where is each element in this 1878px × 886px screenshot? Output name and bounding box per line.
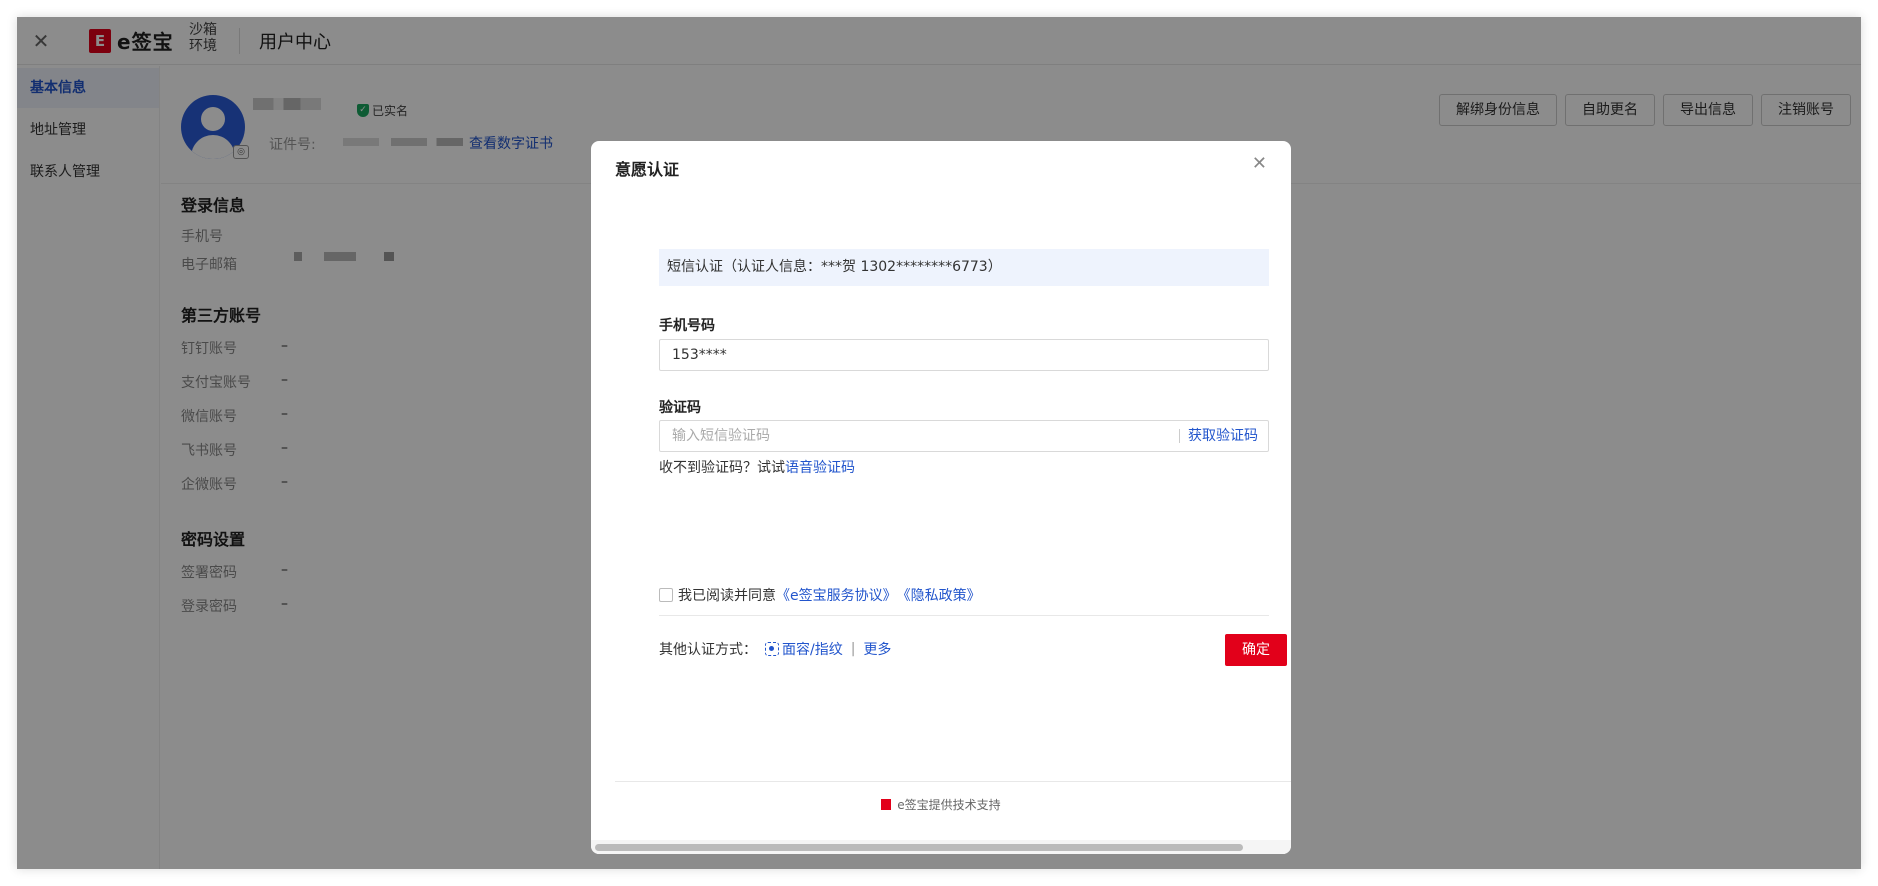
more-methods-link[interactable]: 更多 xyxy=(863,639,891,659)
verification-code-label: 验证码 xyxy=(659,400,701,416)
agree-prefix: 我已阅读并同意 xyxy=(678,588,776,604)
phone-number-field[interactable]: 153**** xyxy=(659,339,1269,371)
get-code-button[interactable]: 获取验证码 xyxy=(1188,421,1258,451)
separator: | xyxy=(850,641,856,657)
willingness-auth-dialog: 意愿认证 ✕ 短信认证（认证人信息：***贺 1302********6773）… xyxy=(591,141,1291,854)
face-scan-icon[interactable] xyxy=(765,642,779,656)
sms-auth-banner: 短信认证（认证人信息：***贺 1302********6773） xyxy=(659,249,1269,286)
face-fingerprint-link[interactable]: 面容/指纹 xyxy=(782,639,843,659)
close-icon[interactable]: ✕ xyxy=(1252,153,1267,174)
divider xyxy=(1179,429,1180,443)
powered-by: e签宝提供技术支持 xyxy=(591,796,1291,813)
confirm-button[interactable]: 确定 xyxy=(1225,634,1287,666)
privacy-policy-link[interactable]: 《隐私政策》 xyxy=(897,585,981,605)
scrollbar-thumb[interactable] xyxy=(595,844,1243,851)
logo-mark-icon xyxy=(881,799,892,810)
other-methods-label: 其他认证方式： xyxy=(659,642,757,658)
horizontal-scrollbar[interactable] xyxy=(591,840,1291,854)
phone-number-label: 手机号码 xyxy=(659,318,715,334)
other-auth-methods: 其他认证方式： 面容/指纹 | 更多 xyxy=(659,639,891,659)
divider xyxy=(659,615,1269,616)
service-agreement-link[interactable]: 《e签宝服务协议》 xyxy=(776,585,897,605)
dialog-title: 意愿认证 xyxy=(615,160,680,179)
agree-checkbox[interactable] xyxy=(659,588,673,602)
no-code-hint: 收不到验证码？试试语音验证码 xyxy=(659,457,855,477)
no-code-prefix: 收不到验证码？试试 xyxy=(659,460,785,476)
divider xyxy=(615,781,1291,782)
agreement-row: 我已阅读并同意 《e签宝服务协议》 《隐私政策》 xyxy=(659,585,981,605)
powered-by-text: e签宝提供技术支持 xyxy=(897,798,1001,812)
voice-code-link[interactable]: 语音验证码 xyxy=(785,460,855,476)
verification-code-input[interactable]: 输入短信验证码 获取验证码 xyxy=(659,420,1269,452)
code-placeholder: 输入短信验证码 xyxy=(672,428,770,444)
app-window: ✕ E e签宝 沙箱环境 用户中心 基本信息 地址管理 联系人管理 ◎ ✓ 已实… xyxy=(17,17,1861,869)
